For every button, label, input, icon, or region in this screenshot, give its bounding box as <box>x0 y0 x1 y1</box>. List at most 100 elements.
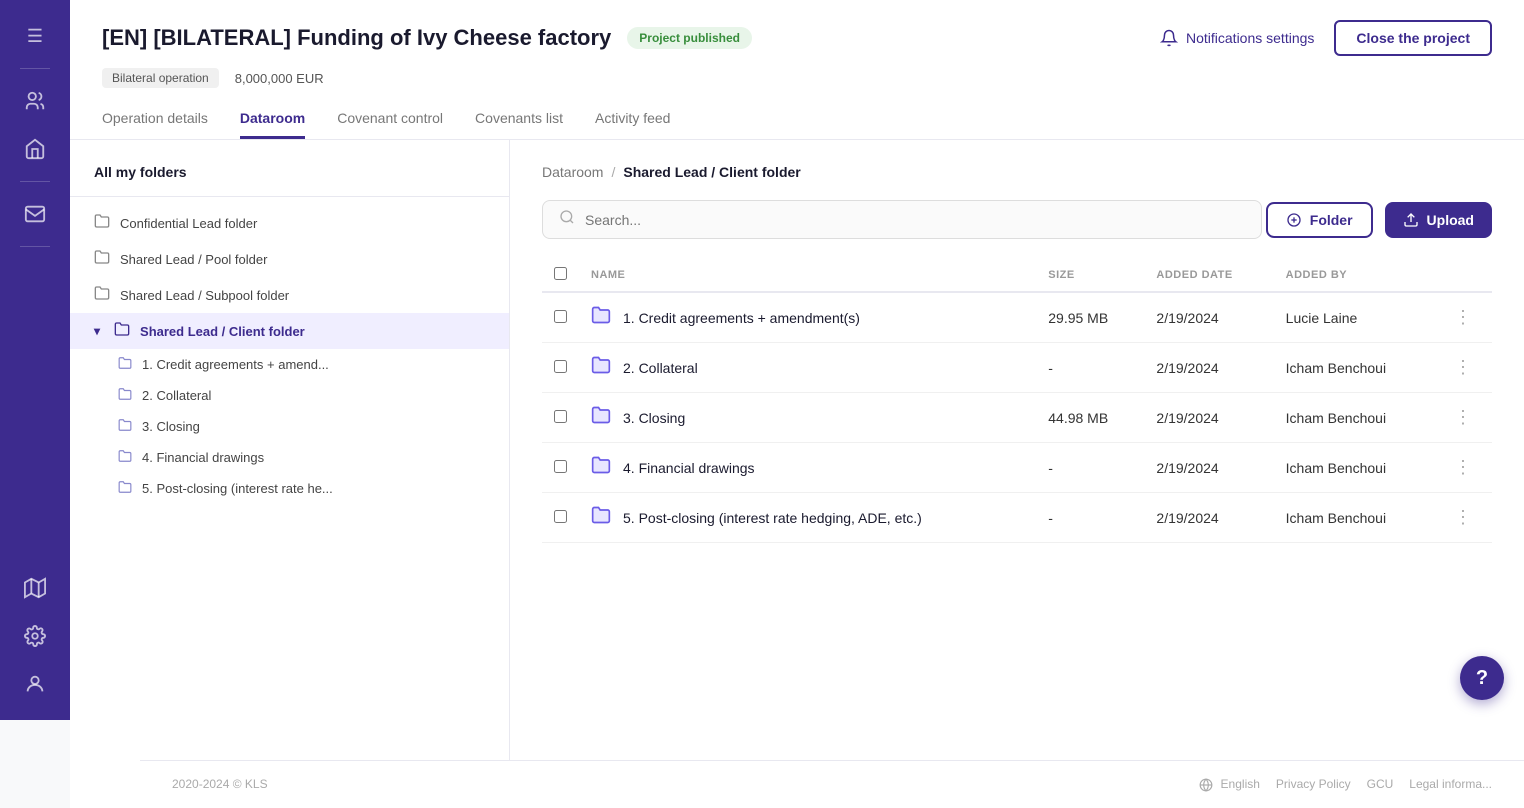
folder-sub-postclosing[interactable]: 5. Post-closing (interest rate he... <box>70 473 509 504</box>
breadcrumb-current: Shared Lead / Client folder <box>623 164 800 180</box>
row-size: 44.98 MB <box>1036 393 1144 443</box>
select-all-checkbox[interactable] <box>554 267 567 280</box>
row-menu-cell: ⋮ <box>1434 393 1492 443</box>
row-user: Icham Benchoui <box>1274 493 1434 543</box>
row-date: 2/19/2024 <box>1144 292 1273 343</box>
breadcrumb: Dataroom / Shared Lead / Client folder <box>542 164 1492 180</box>
folder-btn-label: Folder <box>1310 212 1353 228</box>
subfolder-label: 5. Post-closing (interest rate he... <box>142 481 333 496</box>
header: [EN] [BILATERAL] Funding of Ivy Cheese f… <box>70 0 1524 140</box>
body-layout: All my folders Confidential Lead folder … <box>70 140 1524 760</box>
th-size: SIZE <box>1036 259 1144 292</box>
footer-link-legal[interactable]: Legal informa... <box>1409 777 1492 792</box>
users-icon[interactable] <box>15 81 55 121</box>
folder-item-confidential-lead[interactable]: Confidential Lead folder <box>70 205 509 241</box>
add-folder-button[interactable]: Folder <box>1266 202 1373 238</box>
row-user: Icham Benchoui <box>1274 343 1434 393</box>
row-user: Icham Benchoui <box>1274 443 1434 493</box>
row-size: - <box>1036 343 1144 393</box>
upload-btn-label: Upload <box>1427 212 1474 228</box>
mail-icon[interactable] <box>15 194 55 234</box>
bell-icon <box>1160 29 1178 47</box>
folder-sub-credit[interactable]: 1. Credit agreements + amend... <box>70 349 509 380</box>
sidebar-divider-3 <box>20 246 50 247</box>
search-box[interactable] <box>542 200 1262 239</box>
folder-sub-financial[interactable]: 4. Financial drawings <box>70 442 509 473</box>
breadcrumb-root[interactable]: Dataroom <box>542 164 603 180</box>
breadcrumb-separator: / <box>611 164 615 180</box>
tab-covenant-control[interactable]: Covenant control <box>337 100 443 139</box>
sidebar-bottom <box>15 568 55 704</box>
toolbar: Folder Upload <box>542 200 1492 239</box>
upload-icon <box>1403 212 1419 228</box>
row-menu-button[interactable]: ⋮ <box>1446 403 1480 431</box>
folder-icon <box>94 249 110 269</box>
subfolder-label: 3. Closing <box>142 419 200 434</box>
user-circle-icon[interactable] <box>15 664 55 704</box>
row-checkbox-cell[interactable] <box>542 343 579 393</box>
tabs-nav: Operation details Dataroom Covenant cont… <box>102 100 1492 139</box>
row-name: 2. Collateral <box>623 360 698 376</box>
folder-icon <box>94 213 110 233</box>
close-project-button[interactable]: Close the project <box>1334 20 1492 56</box>
folder-item-shared-lead-pool[interactable]: Shared Lead / Pool folder <box>70 241 509 277</box>
menu-icon[interactable]: ☰ <box>15 16 55 56</box>
footer-link-gcu[interactable]: GCU <box>1367 777 1394 792</box>
file-table: NAME SIZE ADDED DATE ADDED BY <box>542 259 1492 543</box>
row-menu-cell: ⋮ <box>1434 443 1492 493</box>
header-meta: Bilateral operation 8,000,000 EUR <box>102 68 1492 88</box>
tab-covenants-list[interactable]: Covenants list <box>475 100 563 139</box>
tab-activity-feed[interactable]: Activity feed <box>595 100 670 139</box>
notifications-label: Notifications settings <box>1186 30 1314 46</box>
row-menu-button[interactable]: ⋮ <box>1446 353 1480 381</box>
folder-panel: All my folders Confidential Lead folder … <box>70 140 510 760</box>
row-date: 2/19/2024 <box>1144 343 1273 393</box>
row-checkbox[interactable] <box>554 410 567 423</box>
help-button[interactable]: ? <box>1460 656 1504 700</box>
th-checkbox <box>542 259 579 292</box>
table-row: 2. Collateral - 2/19/2024 Icham Benchoui… <box>542 343 1492 393</box>
row-size: - <box>1036 443 1144 493</box>
row-checkbox-cell[interactable] <box>542 393 579 443</box>
row-checkbox[interactable] <box>554 360 567 373</box>
search-input[interactable] <box>585 212 1245 228</box>
folder-icon-active <box>114 321 130 341</box>
settings-icon[interactable] <box>15 616 55 656</box>
file-folder-icon <box>591 505 611 530</box>
tab-operation-details[interactable]: Operation details <box>102 100 208 139</box>
folder-item-shared-lead-subpool[interactable]: Shared Lead / Subpool folder <box>70 277 509 313</box>
row-checkbox[interactable] <box>554 310 567 323</box>
folder-sub-closing[interactable]: 3. Closing <box>70 411 509 442</box>
row-checkbox-cell[interactable] <box>542 443 579 493</box>
row-menu-button[interactable]: ⋮ <box>1446 303 1480 331</box>
row-checkbox-cell[interactable] <box>542 493 579 543</box>
bank-icon[interactable] <box>15 129 55 169</box>
row-name-cell: 1. Credit agreements + amendment(s) <box>579 292 1036 343</box>
upload-button[interactable]: Upload <box>1385 202 1492 238</box>
row-checkbox[interactable] <box>554 510 567 523</box>
subfolder-icon <box>118 480 132 497</box>
folder-panel-divider <box>70 196 509 197</box>
project-title: [EN] [BILATERAL] Funding of Ivy Cheese f… <box>102 25 611 51</box>
footer-link-privacy[interactable]: Privacy Policy <box>1276 777 1351 792</box>
row-menu-cell: ⋮ <box>1434 343 1492 393</box>
row-checkbox-cell[interactable] <box>542 292 579 343</box>
map-icon[interactable] <box>15 568 55 608</box>
tab-dataroom[interactable]: Dataroom <box>240 100 305 139</box>
row-menu-button[interactable]: ⋮ <box>1446 453 1480 481</box>
row-checkbox[interactable] <box>554 460 567 473</box>
folder-sub-collateral[interactable]: 2. Collateral <box>70 380 509 411</box>
subfolder-label: 4. Financial drawings <box>142 450 264 465</box>
table-row: 3. Closing 44.98 MB 2/19/2024 Icham Benc… <box>542 393 1492 443</box>
sidebar: ☰ <box>0 0 70 720</box>
th-name: NAME <box>579 259 1036 292</box>
footer-link-english[interactable]: English <box>1199 777 1260 792</box>
th-actions <box>1434 259 1492 292</box>
subfolder-icon <box>118 449 132 466</box>
notifications-button[interactable]: Notifications settings <box>1160 29 1314 47</box>
globe-icon <box>1199 778 1213 792</box>
folder-label: Confidential Lead folder <box>120 216 257 231</box>
folder-item-shared-lead-client[interactable]: ▾ Shared Lead / Client folder <box>70 313 509 349</box>
folder-icon <box>94 285 110 305</box>
row-menu-button[interactable]: ⋮ <box>1446 503 1480 531</box>
